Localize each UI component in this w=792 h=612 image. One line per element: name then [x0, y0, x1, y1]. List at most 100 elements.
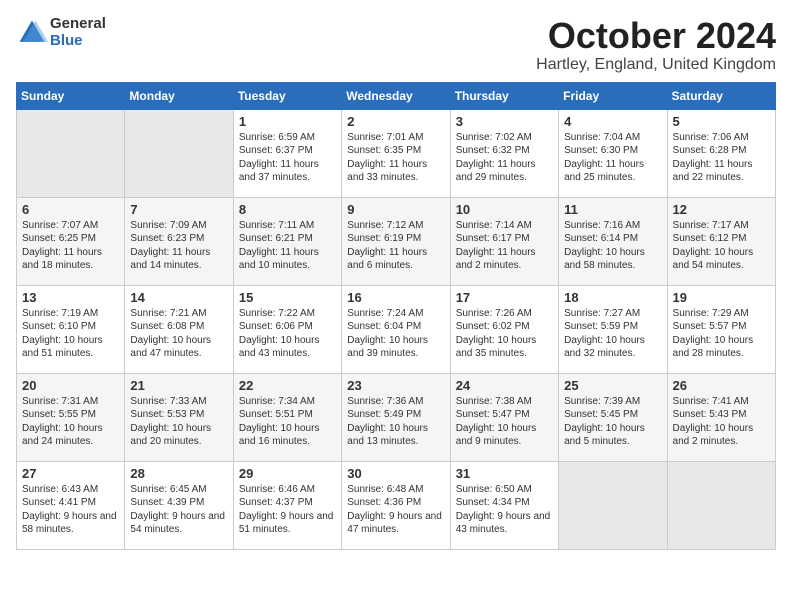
day-cell: 31 Sunrise: 6:50 AM Sunset: 4:34 PM Dayl… [450, 461, 558, 549]
cell-content: Sunrise: 7:04 AM Sunset: 6:30 PM Dayligh… [564, 131, 661, 185]
calendar-header: SundayMondayTuesdayWednesdayThursdayFrid… [17, 82, 776, 109]
sunset: Sunset: 6:12 PM [673, 233, 747, 244]
day-cell [667, 461, 775, 549]
day-cell: 19 Sunrise: 7:29 AM Sunset: 5:57 PM Dayl… [667, 285, 775, 373]
daylight: Daylight: 9 hours and 58 minutes. [22, 511, 117, 536]
sunrise: Sunrise: 7:38 AM [456, 396, 532, 407]
daylight: Daylight: 9 hours and 54 minutes. [130, 511, 225, 536]
day-cell: 20 Sunrise: 7:31 AM Sunset: 5:55 PM Dayl… [17, 373, 125, 461]
day-cell: 16 Sunrise: 7:24 AM Sunset: 6:04 PM Dayl… [342, 285, 450, 373]
day-cell [125, 109, 233, 197]
daylight: Daylight: 10 hours and 58 minutes. [564, 247, 645, 272]
day-cell: 12 Sunrise: 7:17 AM Sunset: 6:12 PM Dayl… [667, 197, 775, 285]
daylight: Daylight: 11 hours and 29 minutes. [456, 159, 536, 184]
sunset: Sunset: 5:51 PM [239, 409, 313, 420]
sunset: Sunset: 6:30 PM [564, 145, 638, 156]
header-cell-wednesday: Wednesday [342, 82, 450, 109]
sunrise: Sunrise: 7:34 AM [239, 396, 315, 407]
cell-content: Sunrise: 7:09 AM Sunset: 6:23 PM Dayligh… [130, 219, 227, 273]
day-cell [17, 109, 125, 197]
day-cell: 7 Sunrise: 7:09 AM Sunset: 6:23 PM Dayli… [125, 197, 233, 285]
sunrise: Sunrise: 7:24 AM [347, 308, 423, 319]
cell-content: Sunrise: 7:16 AM Sunset: 6:14 PM Dayligh… [564, 219, 661, 273]
cell-content: Sunrise: 6:50 AM Sunset: 4:34 PM Dayligh… [456, 483, 553, 537]
sunset: Sunset: 6:19 PM [347, 233, 421, 244]
day-cell: 25 Sunrise: 7:39 AM Sunset: 5:45 PM Dayl… [559, 373, 667, 461]
sunrise: Sunrise: 7:11 AM [239, 220, 314, 231]
sunset: Sunset: 6:32 PM [456, 145, 530, 156]
cell-content: Sunrise: 7:01 AM Sunset: 6:35 PM Dayligh… [347, 131, 444, 185]
sunset: Sunset: 6:06 PM [239, 321, 313, 332]
sunset: Sunset: 4:37 PM [239, 497, 313, 508]
day-number: 21 [130, 378, 227, 393]
day-cell: 18 Sunrise: 7:27 AM Sunset: 5:59 PM Dayl… [559, 285, 667, 373]
header-cell-tuesday: Tuesday [233, 82, 341, 109]
day-number: 30 [347, 466, 444, 481]
sunrise: Sunrise: 7:41 AM [673, 396, 749, 407]
day-number: 22 [239, 378, 336, 393]
week-row-4: 20 Sunrise: 7:31 AM Sunset: 5:55 PM Dayl… [17, 373, 776, 461]
day-cell: 11 Sunrise: 7:16 AM Sunset: 6:14 PM Dayl… [559, 197, 667, 285]
cell-content: Sunrise: 7:31 AM Sunset: 5:55 PM Dayligh… [22, 395, 119, 449]
week-row-1: 1 Sunrise: 6:59 AM Sunset: 6:37 PM Dayli… [17, 109, 776, 197]
sunset: Sunset: 5:47 PM [456, 409, 530, 420]
header-cell-sunday: Sunday [17, 82, 125, 109]
sunrise: Sunrise: 6:59 AM [239, 132, 315, 143]
day-cell: 14 Sunrise: 7:21 AM Sunset: 6:08 PM Dayl… [125, 285, 233, 373]
sunset: Sunset: 6:28 PM [673, 145, 747, 156]
sunset: Sunset: 5:59 PM [564, 321, 638, 332]
sunset: Sunset: 4:36 PM [347, 497, 421, 508]
daylight: Daylight: 11 hours and 33 minutes. [347, 159, 427, 184]
daylight: Daylight: 10 hours and 28 minutes. [673, 335, 754, 360]
day-number: 6 [22, 202, 119, 217]
daylight: Daylight: 11 hours and 10 minutes. [239, 247, 319, 272]
sunrise: Sunrise: 7:07 AM [22, 220, 98, 231]
sunset: Sunset: 5:43 PM [673, 409, 747, 420]
daylight: Daylight: 11 hours and 6 minutes. [347, 247, 427, 272]
daylight: Daylight: 10 hours and 51 minutes. [22, 335, 103, 360]
sunset: Sunset: 6:17 PM [456, 233, 530, 244]
cell-content: Sunrise: 7:07 AM Sunset: 6:25 PM Dayligh… [22, 219, 119, 273]
sunrise: Sunrise: 6:45 AM [130, 484, 206, 495]
title-block: October 2024 Hartley, England, United Ki… [536, 16, 776, 74]
day-cell: 1 Sunrise: 6:59 AM Sunset: 6:37 PM Dayli… [233, 109, 341, 197]
day-cell: 10 Sunrise: 7:14 AM Sunset: 6:17 PM Dayl… [450, 197, 558, 285]
day-cell: 4 Sunrise: 7:04 AM Sunset: 6:30 PM Dayli… [559, 109, 667, 197]
sunset: Sunset: 4:39 PM [130, 497, 204, 508]
daylight: Daylight: 10 hours and 39 minutes. [347, 335, 428, 360]
day-cell: 15 Sunrise: 7:22 AM Sunset: 6:06 PM Dayl… [233, 285, 341, 373]
daylight: Daylight: 11 hours and 18 minutes. [22, 247, 102, 272]
header-cell-friday: Friday [559, 82, 667, 109]
day-number: 29 [239, 466, 336, 481]
day-cell: 26 Sunrise: 7:41 AM Sunset: 5:43 PM Dayl… [667, 373, 775, 461]
sunset: Sunset: 6:37 PM [239, 145, 313, 156]
sunrise: Sunrise: 7:21 AM [130, 308, 206, 319]
sunrise: Sunrise: 6:48 AM [347, 484, 423, 495]
sunrise: Sunrise: 7:36 AM [347, 396, 423, 407]
daylight: Daylight: 9 hours and 51 minutes. [239, 511, 334, 536]
day-number: 24 [456, 378, 553, 393]
sunrise: Sunrise: 6:43 AM [22, 484, 98, 495]
day-cell: 24 Sunrise: 7:38 AM Sunset: 5:47 PM Dayl… [450, 373, 558, 461]
cell-content: Sunrise: 7:22 AM Sunset: 6:06 PM Dayligh… [239, 307, 336, 361]
cell-content: Sunrise: 6:48 AM Sunset: 4:36 PM Dayligh… [347, 483, 444, 537]
cell-content: Sunrise: 7:12 AM Sunset: 6:19 PM Dayligh… [347, 219, 444, 273]
day-number: 13 [22, 290, 119, 305]
sunset: Sunset: 5:53 PM [130, 409, 204, 420]
day-cell: 27 Sunrise: 6:43 AM Sunset: 4:41 PM Dayl… [17, 461, 125, 549]
sunset: Sunset: 5:57 PM [673, 321, 747, 332]
day-number: 7 [130, 202, 227, 217]
cell-content: Sunrise: 6:43 AM Sunset: 4:41 PM Dayligh… [22, 483, 119, 537]
day-number: 27 [22, 466, 119, 481]
cell-content: Sunrise: 7:33 AM Sunset: 5:53 PM Dayligh… [130, 395, 227, 449]
daylight: Daylight: 10 hours and 32 minutes. [564, 335, 645, 360]
day-number: 10 [456, 202, 553, 217]
daylight: Daylight: 10 hours and 54 minutes. [673, 247, 754, 272]
cell-content: Sunrise: 7:39 AM Sunset: 5:45 PM Dayligh… [564, 395, 661, 449]
day-cell: 23 Sunrise: 7:36 AM Sunset: 5:49 PM Dayl… [342, 373, 450, 461]
day-number: 5 [673, 114, 770, 129]
day-number: 2 [347, 114, 444, 129]
sunrise: Sunrise: 7:02 AM [456, 132, 532, 143]
sunrise: Sunrise: 7:29 AM [673, 308, 749, 319]
sunset: Sunset: 6:08 PM [130, 321, 204, 332]
